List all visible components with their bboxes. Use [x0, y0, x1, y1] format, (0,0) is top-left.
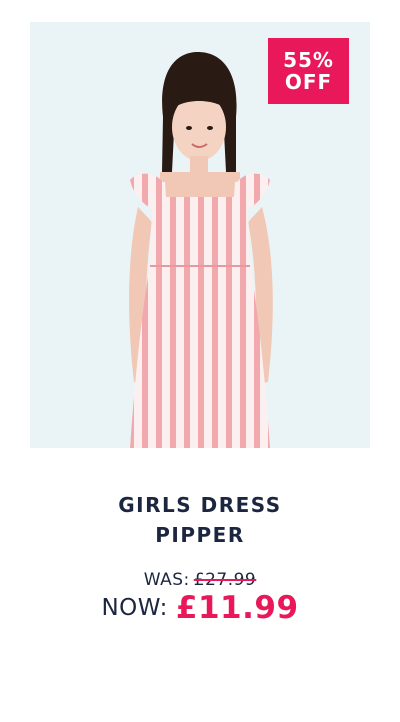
discount-percent: 55% — [283, 48, 334, 72]
now-label: NOW: — [101, 595, 168, 621]
now-price-row: NOW: £11.99 — [0, 590, 400, 626]
product-card[interactable]: 55% OFF GIRLS DRESS PIPPER WAS: £27.99 NO… — [0, 0, 400, 722]
was-price: £27.99 — [193, 570, 257, 590]
now-price: £11.99 — [175, 590, 299, 626]
product-title[interactable]: GIRLS DRESS PIPPER — [0, 490, 400, 550]
discount-off-label: OFF — [284, 70, 333, 94]
was-price-row: WAS: £27.99 — [0, 570, 400, 590]
product-title-line2[interactable]: PIPPER — [0, 520, 400, 550]
was-label: WAS: — [143, 570, 190, 590]
product-title-line1[interactable]: GIRLS DRESS — [0, 490, 400, 520]
discount-badge: 55% OFF — [268, 38, 349, 104]
